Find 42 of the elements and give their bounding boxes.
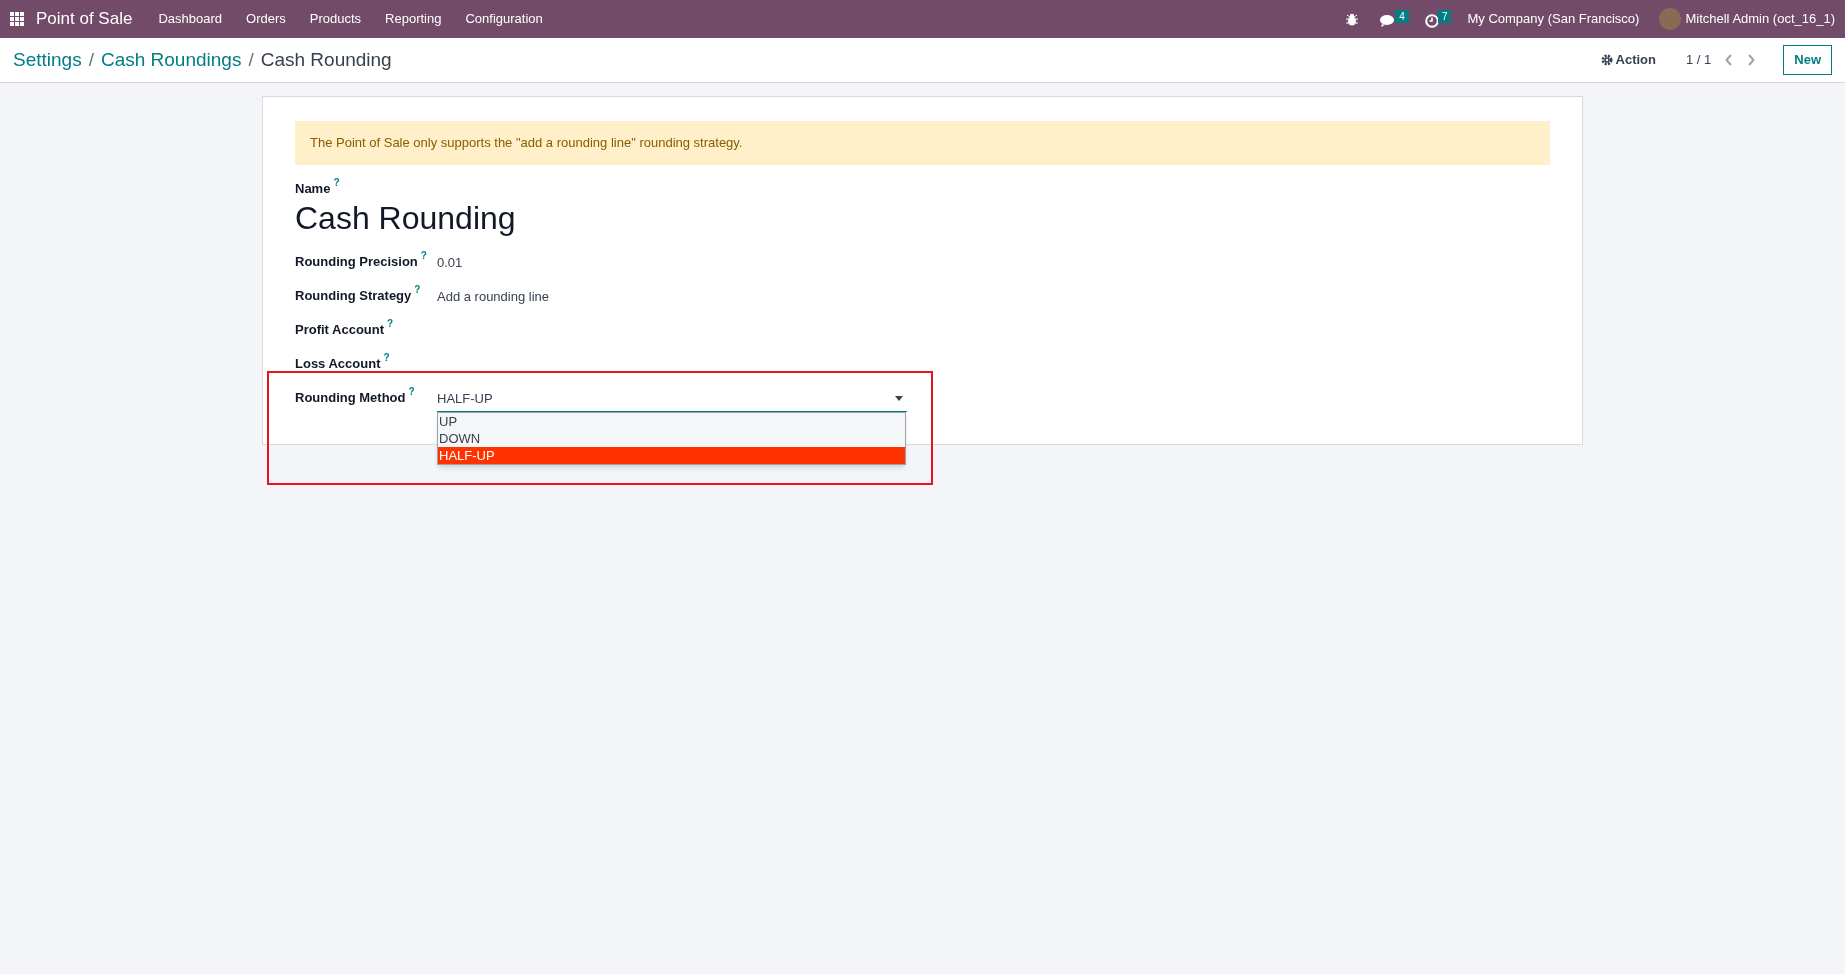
user-menu[interactable]: Mitchell Admin (oct_16_1) <box>1685 9 1835 29</box>
help-mark[interactable]: ? <box>333 176 340 188</box>
menu-item[interactable]: Configuration <box>453 9 555 29</box>
field-label: Loss Account <box>295 355 381 373</box>
breadcrumb-separator: / <box>248 47 254 72</box>
menu-item[interactable]: Products <box>297 9 374 29</box>
breadcrumb: Cash Rounding <box>260 47 392 72</box>
dropdown-option[interactable]: UP <box>438 413 905 430</box>
apps-grid-icon[interactable] <box>10 12 24 26</box>
clock-icon[interactable] <box>1424 14 1439 28</box>
help-mark[interactable]: ? <box>408 386 415 397</box>
message-count-badge: 4 <box>1395 10 1409 23</box>
action-button[interactable]: Action <box>1600 50 1656 70</box>
field-label: Rounding Method <box>295 389 406 407</box>
bug-icon[interactable] <box>1346 12 1359 26</box>
activity-count-badge: 7 <box>1437 10 1452 23</box>
field-label: Rounding Strategy <box>295 287 412 305</box>
dropdown-option[interactable]: HALF-UP <box>438 447 905 464</box>
field-label: Rounding Precision <box>295 253 418 271</box>
record-title: Cash Rounding <box>295 199 517 238</box>
alert-banner: The Point of Sale only supports the "add a rounding line" rounding strategy. <box>295 121 1550 165</box>
gear-icon <box>1600 54 1613 66</box>
app-name[interactable]: Point of Sale <box>36 6 133 32</box>
help-mark[interactable]: ? <box>414 284 421 295</box>
breadcrumb-separator: / <box>88 47 94 72</box>
menu-item[interactable]: Orders <box>234 9 298 29</box>
company-switcher[interactable]: My Company (San Francisco) <box>1467 9 1640 29</box>
menu-item[interactable]: Reporting <box>373 9 454 29</box>
new-button[interactable]: New <box>1783 45 1832 75</box>
dropdown-option[interactable]: DOWN <box>438 430 905 447</box>
breadcrumb[interactable]: Settings <box>13 45 82 75</box>
menu-item[interactable]: Dashboard <box>146 9 234 29</box>
breadcrumb[interactable]: Cash Roundings <box>100 45 242 75</box>
field-label: Profit Account <box>295 321 385 339</box>
help-mark[interactable]: ? <box>420 250 427 261</box>
caret-icon <box>895 396 903 401</box>
pager-value[interactable]: 1 / 1 <box>1685 50 1712 70</box>
help-mark[interactable]: ? <box>383 352 390 363</box>
field-value: Add a rounding line <box>437 288 550 306</box>
field-label: Name <box>295 179 331 198</box>
help-mark[interactable]: ? <box>387 318 394 329</box>
field-value: 0.01 <box>437 254 463 272</box>
